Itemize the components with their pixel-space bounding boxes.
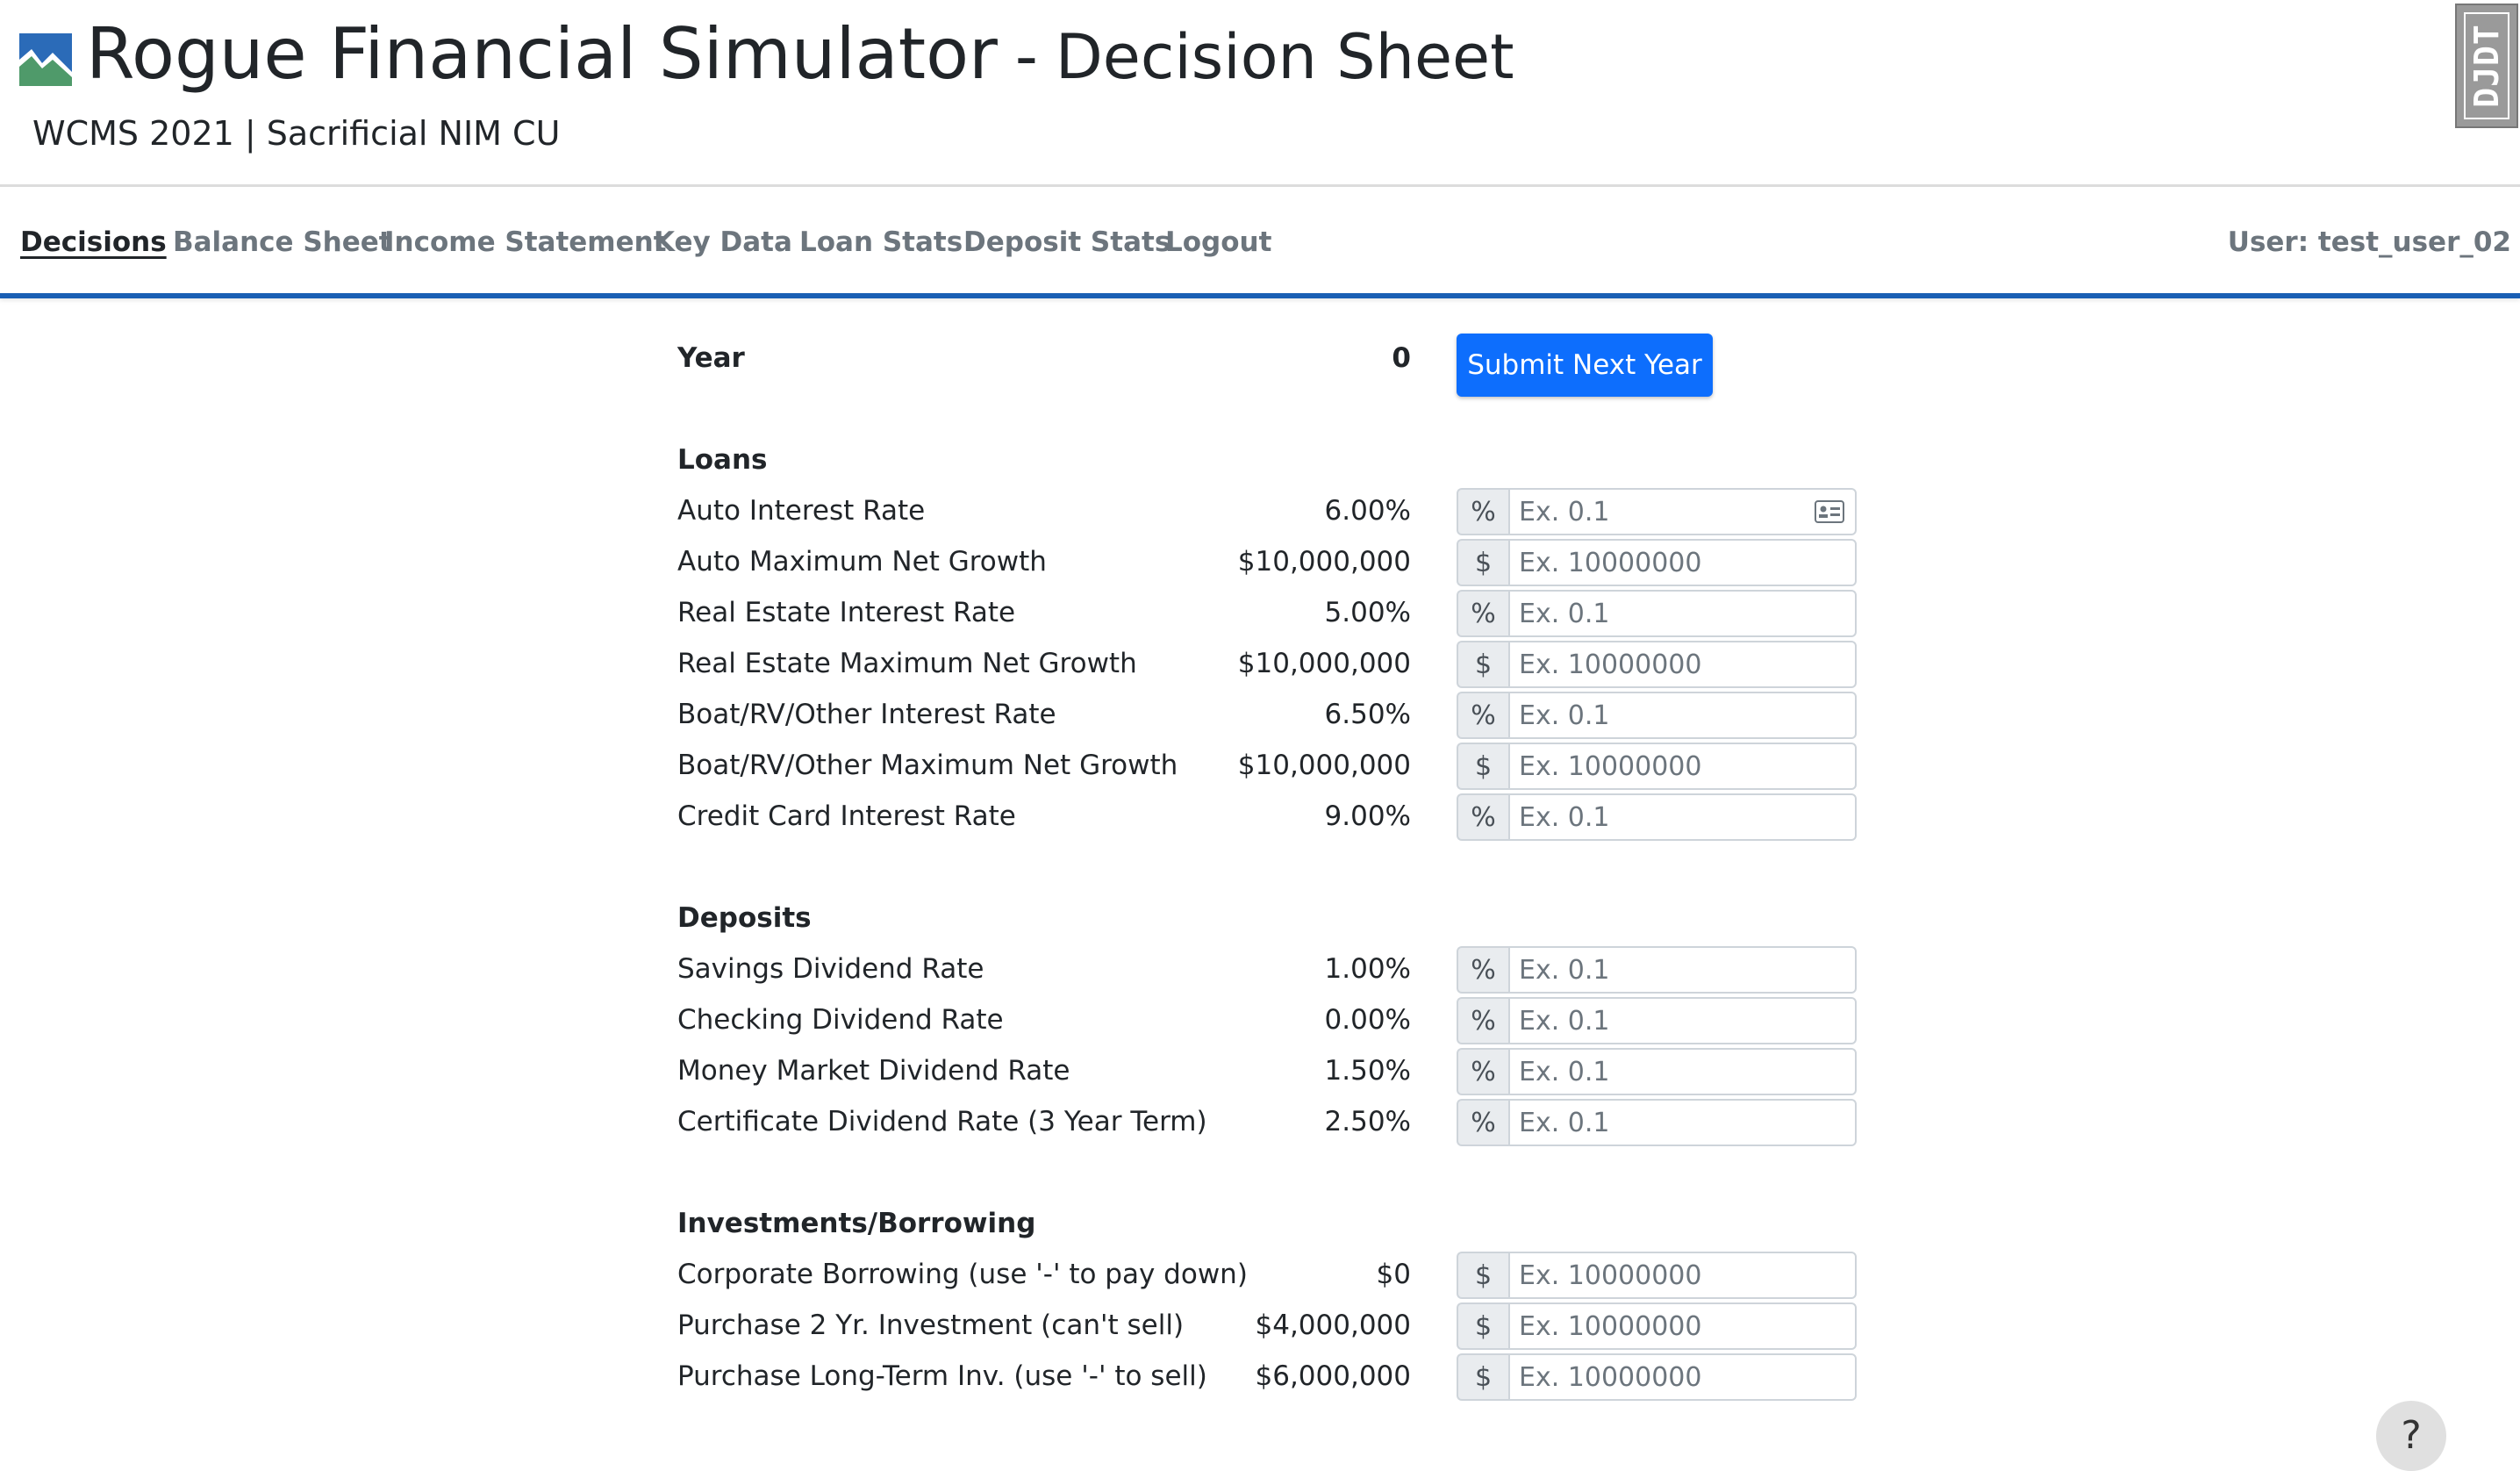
percent-addon: % [1457, 590, 1508, 637]
dollar-addon: $ [1457, 539, 1508, 586]
checking-rate-group: % [1457, 997, 1857, 1044]
auto-interest-rate-label: Auto Interest Rate [677, 495, 926, 527]
certificate-rate-value: 2.50% [1324, 1106, 1411, 1137]
checking-rate-label: Checking Dividend Rate [677, 1004, 1004, 1036]
debug-toolbar-label: DJDT [2467, 24, 2507, 108]
auto-max-growth-group: $ [1457, 539, 1857, 586]
debug-toolbar-badge[interactable]: DJDT [2455, 4, 2518, 128]
deposits-heading: Deposits [677, 902, 812, 934]
app-title: Rogue Financial Simulator [86, 13, 998, 95]
auto-interest-rate-input[interactable] [1508, 488, 1857, 535]
auto-interest-rate-value: 6.00% [1324, 495, 1411, 527]
corporate-borrowing-group: $ [1457, 1252, 1857, 1299]
certificate-rate-label: Certificate Dividend Rate (3 Year Term) [677, 1106, 1207, 1137]
long-term-investment-label: Purchase Long-Term Inv. (use '-' to sell… [677, 1360, 1207, 1392]
corporate-borrowing-value: $0 [1376, 1259, 1411, 1290]
auto-max-growth-label: Auto Maximum Net Growth [677, 546, 1047, 578]
real-estate-max-growth-group: $ [1457, 641, 1857, 688]
real-estate-rate-input[interactable] [1508, 590, 1857, 637]
boat-rv-rate-input[interactable] [1508, 692, 1857, 739]
corporate-borrowing-input[interactable] [1508, 1252, 1857, 1299]
real-estate-max-growth-label: Real Estate Maximum Net Growth [677, 648, 1137, 679]
page-header: Rogue Financial Simulator - Decision Sheet… [0, 0, 2520, 184]
savings-rate-value: 1.00% [1324, 953, 1411, 985]
investments-heading: Investments/Borrowing [677, 1208, 1036, 1239]
long-term-investment-group: $ [1457, 1353, 1857, 1401]
percent-addon: % [1457, 692, 1508, 739]
two-year-investment-value: $4,000,000 [1255, 1310, 1412, 1341]
auto-max-growth-value: $10,000,000 [1237, 546, 1411, 578]
real-estate-rate-group: % [1457, 590, 1857, 637]
real-estate-rate-label: Real Estate Interest Rate [677, 597, 1016, 628]
year-label: Year [677, 342, 745, 374]
credit-card-rate-input[interactable] [1508, 793, 1857, 841]
year-value: 0 [1392, 342, 1411, 374]
page-title: Rogue Financial Simulator - Decision Sheet [86, 19, 1514, 90]
credit-card-rate-label: Credit Card Interest Rate [677, 800, 1016, 832]
two-year-investment-input[interactable] [1508, 1302, 1857, 1350]
certificate-rate-input[interactable] [1508, 1099, 1857, 1146]
percent-addon: % [1457, 1048, 1508, 1095]
boat-rv-max-growth-input[interactable] [1508, 743, 1857, 790]
percent-addon: % [1457, 997, 1508, 1044]
savings-rate-group: % [1457, 946, 1857, 994]
auto-max-growth-input[interactable] [1508, 539, 1857, 586]
logo-mountain-icon [19, 33, 72, 86]
credit-card-rate-group: % [1457, 793, 1857, 841]
checking-rate-input[interactable] [1508, 997, 1857, 1044]
boat-rv-rate-value: 6.50% [1324, 699, 1411, 730]
boat-rv-rate-label: Boat/RV/Other Interest Rate [677, 699, 1056, 730]
session-subtitle: WCMS 2021 | Sacrificial NIM CU [32, 114, 561, 153]
nav-key-data[interactable]: Key Data [654, 226, 792, 258]
credit-card-rate-value: 9.00% [1324, 800, 1411, 832]
nav-decisions[interactable]: Decisions [20, 226, 167, 258]
submit-next-year-button[interactable]: Submit Next Year [1457, 334, 1713, 397]
main-nav: Decisions Balance Sheet Income Statement… [0, 184, 2520, 298]
nav-income-statement[interactable]: Income Statement [384, 226, 667, 258]
savings-rate-input[interactable] [1508, 946, 1857, 994]
page-subtitle-decision-sheet: Decision Sheet [1055, 21, 1514, 93]
percent-addon: % [1457, 488, 1508, 535]
percent-addon: % [1457, 1099, 1508, 1146]
dollar-addon: $ [1457, 1353, 1508, 1401]
boat-rv-max-growth-value: $10,000,000 [1237, 750, 1411, 781]
loans-heading: Loans [677, 444, 768, 476]
percent-addon: % [1457, 793, 1508, 841]
dollar-addon: $ [1457, 743, 1508, 790]
long-term-investment-input[interactable] [1508, 1353, 1857, 1401]
real-estate-max-growth-input[interactable] [1508, 641, 1857, 688]
dollar-addon: $ [1457, 641, 1508, 688]
two-year-investment-label: Purchase 2 Yr. Investment (can't sell) [677, 1310, 1185, 1341]
two-year-investment-group: $ [1457, 1302, 1857, 1350]
current-user: User: test_user_02 [2227, 226, 2511, 258]
nav-balance-sheet[interactable]: Balance Sheet [173, 226, 392, 258]
real-estate-max-growth-value: $10,000,000 [1237, 648, 1411, 679]
long-term-investment-value: $6,000,000 [1255, 1360, 1412, 1392]
certificate-rate-group: % [1457, 1099, 1857, 1146]
title-separator: - [1014, 19, 1038, 93]
money-market-rate-label: Money Market Dividend Rate [677, 1055, 1070, 1087]
percent-addon: % [1457, 946, 1508, 994]
dollar-addon: $ [1457, 1302, 1508, 1350]
dollar-addon: $ [1457, 1252, 1508, 1299]
nav-deposit-stats[interactable]: Deposit Stats [963, 226, 1171, 258]
boat-rv-max-growth-label: Boat/RV/Other Maximum Net Growth [677, 750, 1178, 781]
money-market-rate-group: % [1457, 1048, 1857, 1095]
autofill-card-icon[interactable] [1815, 500, 1844, 523]
help-button[interactable]: ? [2376, 1401, 2446, 1471]
savings-rate-label: Savings Dividend Rate [677, 953, 984, 985]
auto-interest-rate-group: % [1457, 488, 1857, 535]
boat-rv-max-growth-group: $ [1457, 743, 1857, 790]
nav-logout[interactable]: Logout [1165, 226, 1271, 258]
nav-loan-stats[interactable]: Loan Stats [799, 226, 963, 258]
real-estate-rate-value: 5.00% [1324, 597, 1411, 628]
corporate-borrowing-label: Corporate Borrowing (use '-' to pay down… [677, 1259, 1248, 1290]
checking-rate-value: 0.00% [1324, 1004, 1411, 1036]
money-market-rate-value: 1.50% [1324, 1055, 1411, 1087]
money-market-rate-input[interactable] [1508, 1048, 1857, 1095]
boat-rv-rate-group: % [1457, 692, 1857, 739]
